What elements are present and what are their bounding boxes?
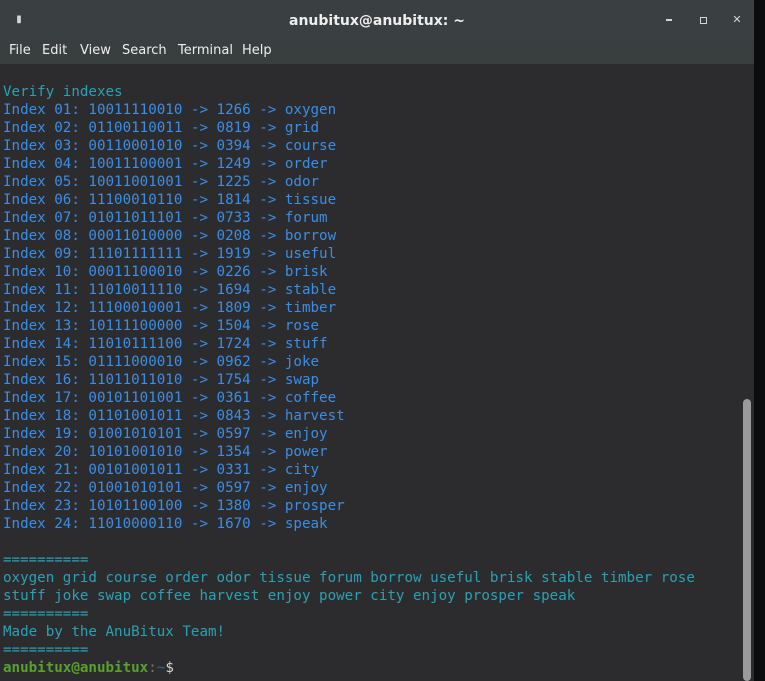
index-line: Index 05: 10011001001 -> 1225 -> odor xyxy=(3,174,320,190)
maximize-icon xyxy=(699,17,707,24)
menu-help[interactable]: Help xyxy=(242,40,272,64)
close-button[interactable]: ✕ xyxy=(728,11,746,29)
terminal-output[interactable]: Verify indexes Index 01: 10011110010 -> 1… xyxy=(0,64,742,681)
index-line: Index 19: 01001010101 -> 0597 -> enjoy xyxy=(3,426,328,442)
menu-search[interactable]: Search xyxy=(122,40,167,64)
terminal-window: ▮ anubitux@anubitux: ~ ✕ File Edit View … xyxy=(0,0,754,681)
mnemonic-line: oxygen grid course order odor tissue for… xyxy=(3,570,695,586)
shell-prompt[interactable]: anubitux@anubitux:~$ xyxy=(3,659,174,677)
separator-line: ========== xyxy=(3,642,89,658)
minimize-icon xyxy=(666,19,672,21)
index-line: Index 11: 11010011110 -> 1694 -> stable xyxy=(3,282,337,298)
separator-line: ========== xyxy=(3,606,89,622)
index-line: Index 03: 00110001010 -> 0394 -> course xyxy=(3,138,337,154)
mnemonic-line: stuff joke swap coffee harvest enjoy pow… xyxy=(3,588,576,604)
prompt-separator: : xyxy=(148,660,157,676)
minimize-button[interactable] xyxy=(660,11,678,29)
index-line: Index 22: 01001010101 -> 0597 -> enjoy xyxy=(3,480,328,496)
index-line: Index 23: 10101100100 -> 1380 -> prosper xyxy=(3,498,345,514)
index-line: Index 20: 10101001010 -> 1354 -> power xyxy=(3,444,328,460)
close-icon: ✕ xyxy=(732,13,742,26)
index-line: Index 10: 00011100010 -> 0226 -> brisk xyxy=(3,264,328,280)
index-line: Index 18: 01101001011 -> 0843 -> harvest xyxy=(3,408,345,424)
index-line: Index 09: 11101111111 -> 1919 -> useful xyxy=(3,246,337,262)
menu-edit[interactable]: Edit xyxy=(42,40,67,64)
menu-file[interactable]: File xyxy=(9,40,31,64)
window-title: anubitux@anubitux: ~ xyxy=(289,13,465,29)
index-line: Index 01: 10011110010 -> 1266 -> oxygen xyxy=(3,102,337,118)
index-line: Index 14: 11010111100 -> 1724 -> stuff xyxy=(3,336,328,352)
prompt-dollar: $ xyxy=(165,660,174,676)
menu-bar: File Edit View Search Terminal Help xyxy=(0,40,754,64)
title-bar[interactable]: ▮ anubitux@anubitux: ~ ✕ xyxy=(0,0,754,41)
verify-heading: Verify indexes xyxy=(3,84,123,100)
prompt-user: anubitux@anubitux xyxy=(3,660,149,676)
menu-terminal[interactable]: Terminal xyxy=(178,40,233,64)
separator-line: ========== xyxy=(3,552,89,568)
index-line: Index 15: 01111000010 -> 0962 -> joke xyxy=(3,354,320,370)
index-line: Index 16: 11011011010 -> 1754 -> swap xyxy=(3,372,320,388)
credit-line: Made by the AnuBitux Team! xyxy=(3,624,226,640)
index-line: Index 17: 00101101001 -> 0361 -> coffee xyxy=(3,390,337,406)
scrollbar-thumb[interactable] xyxy=(743,399,751,681)
index-line: Index 06: 11100010110 -> 1814 -> tissue xyxy=(3,192,337,208)
index-line: Index 02: 01100110011 -> 0819 -> grid xyxy=(3,120,320,136)
index-line: Index 04: 10011100001 -> 1249 -> order xyxy=(3,156,328,172)
maximize-button[interactable] xyxy=(694,11,712,29)
desktop-background xyxy=(754,0,765,681)
index-line: Index 13: 10111100000 -> 1504 -> rose xyxy=(3,318,320,334)
index-line: Index 21: 00101001011 -> 0331 -> city xyxy=(3,462,320,478)
menu-view[interactable]: View xyxy=(80,40,111,64)
index-line: Index 08: 00011010000 -> 0208 -> borrow xyxy=(3,228,337,244)
index-line: Index 07: 01011011101 -> 0733 -> forum xyxy=(3,210,328,226)
index-line: Index 12: 11100010001 -> 1809 -> timber xyxy=(3,300,337,316)
index-line: Index 24: 11010000110 -> 1670 -> speak xyxy=(3,516,328,532)
